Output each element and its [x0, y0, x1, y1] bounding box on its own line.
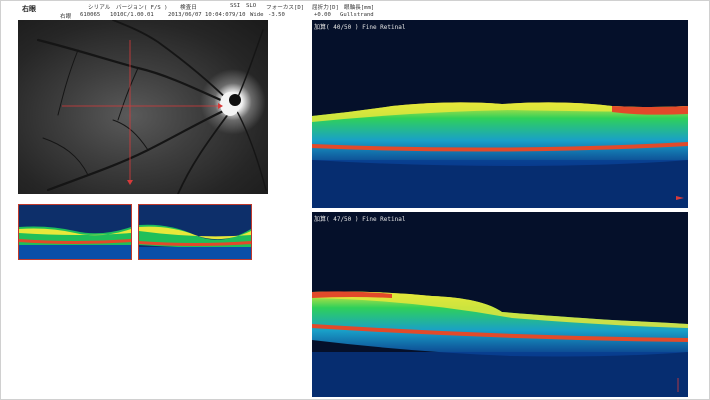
header-version-label: バージョン( F/S ) — [116, 5, 168, 11]
header-focus-value: -3.50 — [268, 12, 285, 18]
scan-thumbnail-1[interactable] — [18, 204, 132, 260]
oct-scan-2: 加算( 47/50 ) Fine Retinal — [312, 212, 688, 397]
header-exam-date-label: 検査日 — [180, 5, 197, 11]
header-slo-label: SLO — [246, 3, 257, 9]
header-version-value: 1010C/1.00.01 — [110, 12, 154, 18]
header-refraction-value: +0.00 — [314, 12, 331, 18]
header-serial-value: 610065 — [80, 12, 101, 18]
fundus-vessels — [36, 20, 267, 194]
header-ssi-value: 9/10 — [232, 12, 246, 18]
header-exam-datetime: 2013/06/07 10:04:07 — [168, 12, 232, 18]
header-ssi-label: SSI — [230, 3, 241, 9]
header-focus-label: フォーカス[D] — [266, 5, 305, 11]
header-axial-label: 眼軸長[mm] — [344, 5, 375, 11]
oct-scan-2-graphic — [312, 212, 688, 397]
header-axial-value: Gullstrand — [340, 12, 374, 18]
header-slo-value: Wide — [250, 12, 264, 18]
header-eye-value: 右眼 — [60, 14, 72, 20]
oct-scan-1: 加算( 40/50 ) Fine Retinal — [312, 20, 688, 208]
oct-scan-2-label: 加算( 47/50 ) Fine Retinal — [314, 216, 406, 223]
oct-scan-1-graphic — [312, 20, 688, 208]
oct-scan-1-label: 加算( 40/50 ) Fine Retinal — [314, 24, 406, 31]
thumbnail-2-graphic — [139, 205, 251, 259]
fundus-image — [18, 20, 268, 194]
thumbnail-1-graphic — [19, 205, 131, 259]
scan-thumbnail-2[interactable] — [138, 204, 252, 260]
header-serial-label: シリアル — [88, 5, 111, 11]
exam-header: シリアル バージョン( F/S ) 検査日 SSI SLO フォーカス[D] 屈… — [0, 2, 710, 22]
header-refraction-label: 屈折力[D] — [312, 5, 339, 11]
